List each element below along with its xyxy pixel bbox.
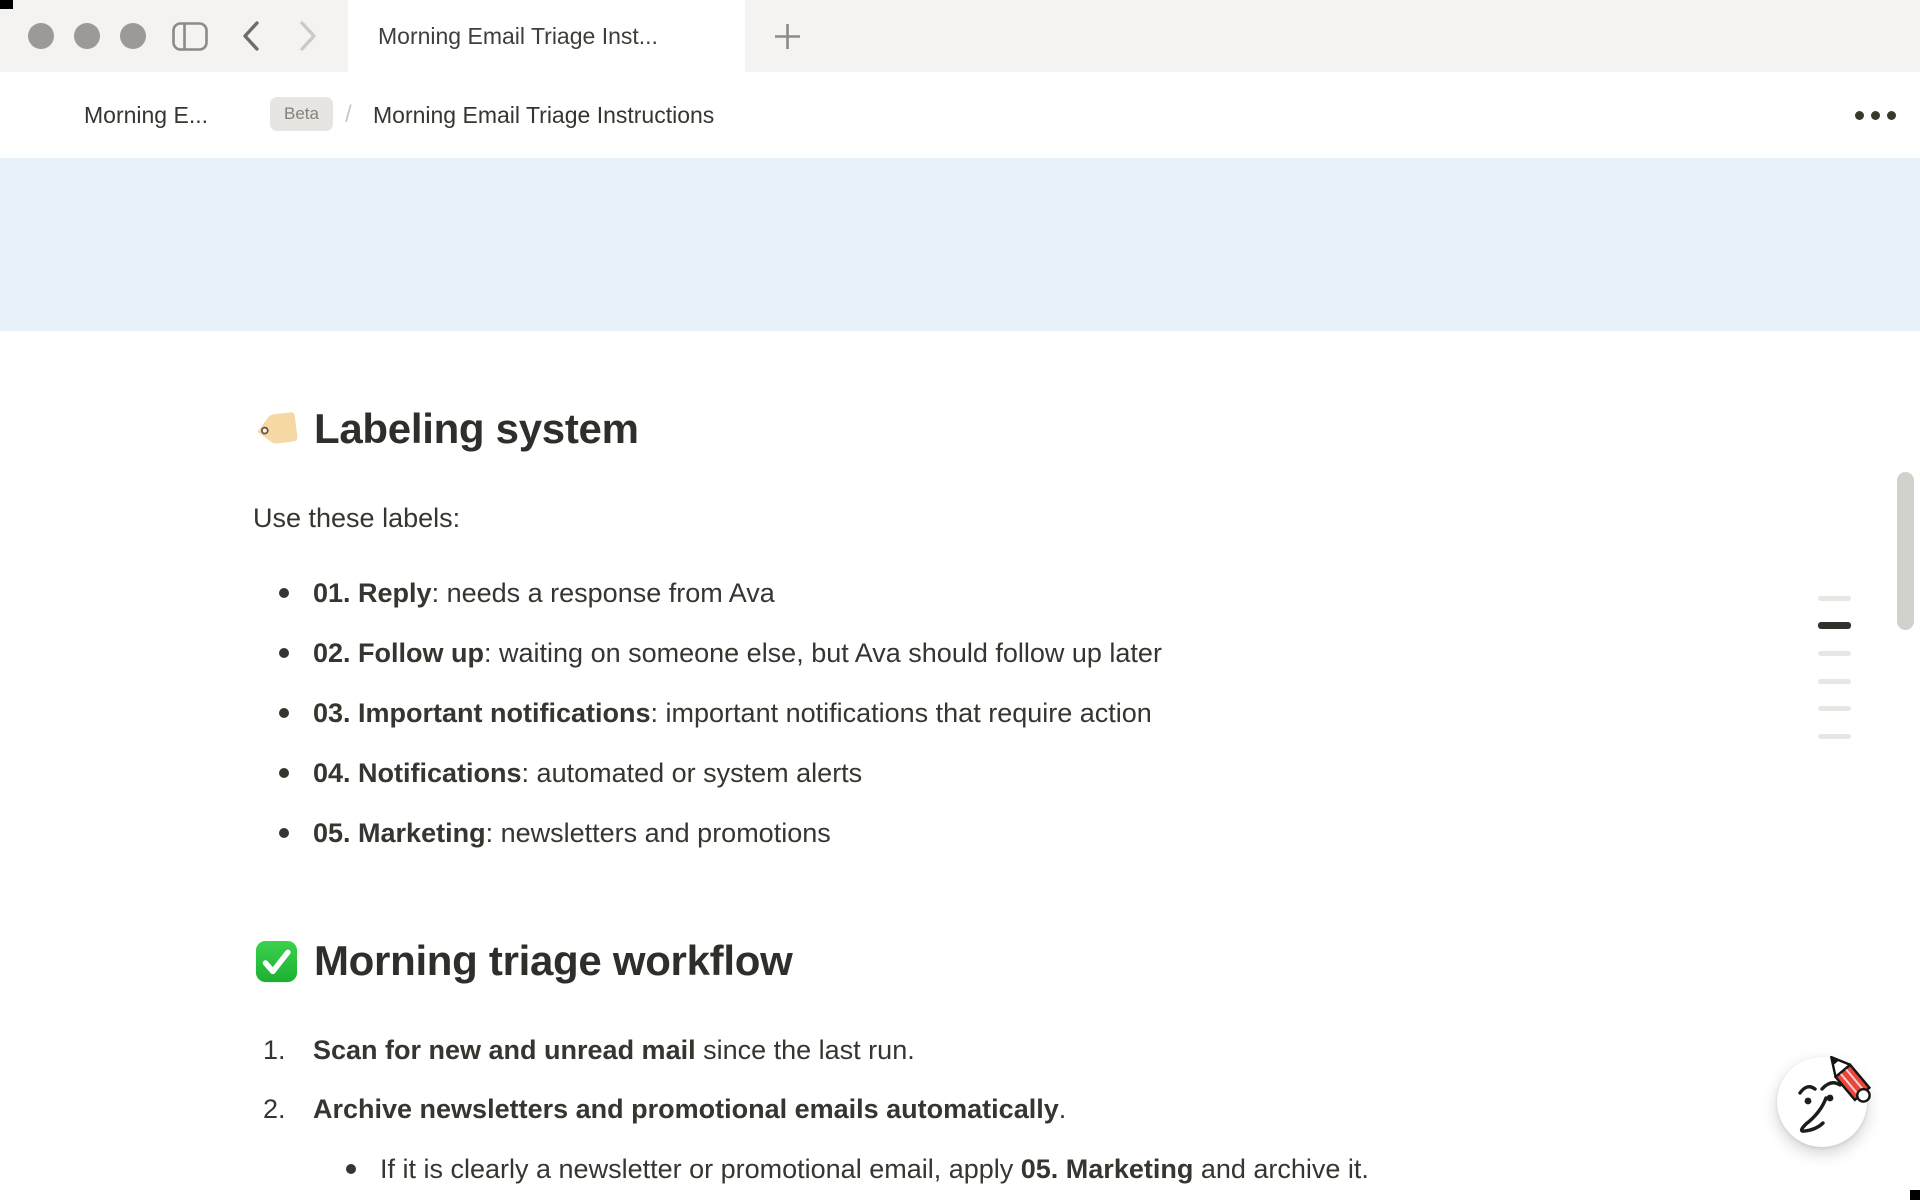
numbered-item: 1. Scan for new and unread mail since th…: [253, 1021, 1860, 1080]
bullet-marker: [279, 708, 289, 718]
heading-text: Morning triage workflow: [314, 937, 792, 985]
scribble-edit-button[interactable]: [1752, 1035, 1902, 1170]
check-mark-emoji-icon: [253, 938, 300, 985]
list-item: 05. Marketing: newsletters and promotion…: [253, 803, 1860, 863]
bullet-marker: [279, 768, 289, 778]
outline-indicator-line: [1818, 734, 1851, 739]
screen-corner-artifact: [1910, 1190, 1920, 1200]
back-icon[interactable]: [238, 0, 264, 72]
minimize-window-button[interactable]: [74, 23, 100, 49]
breadcrumb-workspace[interactable]: Morning E...: [84, 72, 208, 158]
screen-corner-artifact: [0, 0, 13, 9]
zoom-window-button[interactable]: [120, 23, 146, 49]
number-marker: 2.: [263, 1094, 303, 1125]
more-options-icon[interactable]: [1849, 102, 1901, 128]
heading-labeling-system: Labeling system: [253, 401, 1860, 457]
label-tag-emoji-icon: [253, 406, 300, 453]
plus-icon: [774, 23, 801, 50]
labels-list: 01. Reply: needs a response from Ava 02.…: [253, 563, 1860, 863]
face-doodle-pencil-icon: [1752, 1035, 1902, 1170]
list-item: 02. Follow up: waiting on someone else, …: [253, 623, 1860, 683]
bullet-marker: [346, 1164, 356, 1174]
intro-paragraph: Use these labels:: [253, 499, 1860, 537]
workflow-steps: 1. Scan for new and unread mail since th…: [253, 1021, 1860, 1139]
sub-bullet-item: If it is clearly a newsletter or promoti…: [253, 1139, 1860, 1199]
breadcrumb: Morning E... Beta / Morning Email Triage…: [0, 72, 1920, 158]
outline-indicator-line: [1818, 679, 1851, 684]
forward-icon[interactable]: [295, 0, 321, 72]
tab-title: Morning Email Triage Inst...: [378, 23, 658, 50]
active-tab[interactable]: Morning Email Triage Inst...: [348, 0, 745, 72]
outline-indicator-line: [1818, 596, 1851, 601]
outline-indicator-line: [1818, 706, 1851, 711]
toggle-sidebar-icon[interactable]: [172, 0, 208, 72]
heading-morning-triage-workflow: Morning triage workflow: [253, 933, 1860, 989]
heading-text: Labeling system: [314, 405, 639, 453]
list-item: 01. Reply: needs a response from Ava: [253, 563, 1860, 623]
number-marker: 1.: [263, 1035, 303, 1066]
breadcrumb-separator: /: [345, 72, 352, 158]
breadcrumb-page-title[interactable]: Morning Email Triage Instructions: [373, 72, 714, 158]
page-content: Labeling system Use these labels: 01. Re…: [0, 331, 1860, 1199]
scrollbar-thumb[interactable]: [1897, 472, 1914, 630]
window-controls: [28, 23, 146, 49]
bullet-marker: [279, 648, 289, 658]
instructions-callout: This page is set as your instructions pa…: [0, 158, 1920, 331]
beta-badge: Beta: [270, 97, 333, 131]
bullet-marker: [279, 828, 289, 838]
close-window-button[interactable]: [28, 23, 54, 49]
list-item: 04. Notifications: automated or system a…: [253, 743, 1860, 803]
numbered-item: 2. Archive newsletters and promotional e…: [253, 1080, 1860, 1139]
outline-indicator[interactable]: [1818, 590, 1852, 745]
outline-indicator-line-active: [1818, 622, 1851, 629]
list-item: 03. Important notifications: important n…: [253, 683, 1860, 743]
app-window: Morning Email Triage Inst... Morning E..…: [0, 0, 1920, 1200]
new-tab-button[interactable]: [762, 0, 812, 72]
bullet-marker: [279, 588, 289, 598]
outline-indicator-line: [1818, 651, 1851, 656]
tab-bar: Morning Email Triage Inst...: [0, 0, 1920, 72]
